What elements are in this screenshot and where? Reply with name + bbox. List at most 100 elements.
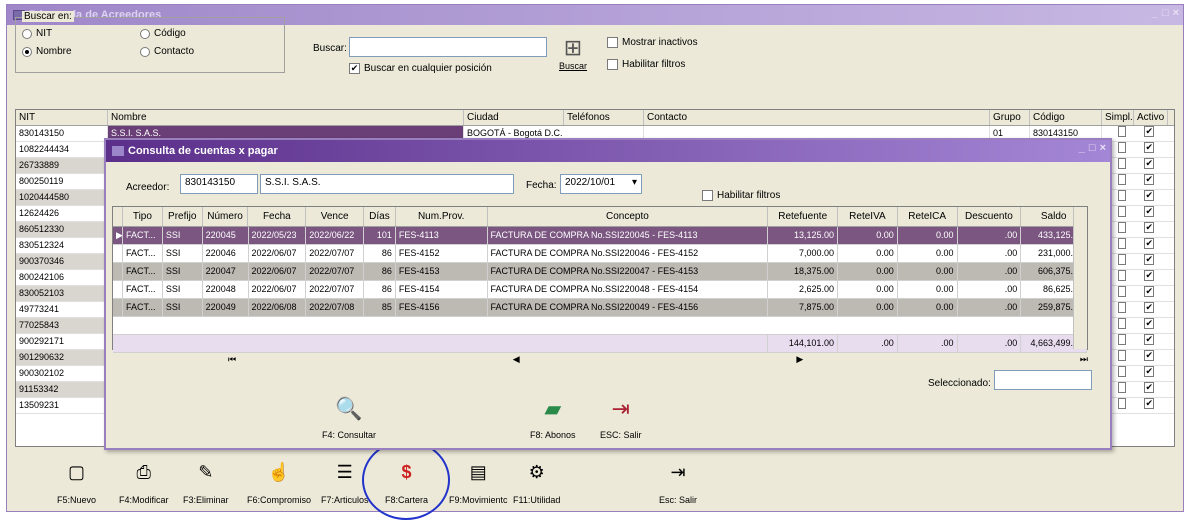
invoice-col-header[interactable]: Num.Prov. — [396, 207, 488, 226]
invoices-scrollbar[interactable] — [1073, 207, 1087, 349]
acreedor-name-field[interactable]: S.S.I. S.A.S. — [260, 174, 514, 194]
active-checkbox[interactable]: ✔ — [1144, 318, 1154, 329]
simpl-checkbox[interactable] — [1118, 302, 1127, 313]
col-telefonos[interactable]: Teléfonos — [564, 110, 644, 125]
radio-nit[interactable]: NIT — [22, 28, 52, 39]
active-checkbox[interactable]: ✔ — [1144, 142, 1154, 153]
first-record-icon[interactable]: ⏮ — [228, 354, 236, 365]
col-activo[interactable]: Activo — [1134, 110, 1168, 125]
invoice-col-header[interactable]: Número — [203, 207, 249, 226]
simpl-checkbox[interactable] — [1118, 190, 1127, 201]
simpl-checkbox[interactable] — [1118, 398, 1127, 409]
simpl-checkbox[interactable] — [1118, 270, 1127, 281]
consultar-button[interactable]: 🔍 F4: Consultar — [322, 396, 376, 440]
search-button[interactable]: ⊞ Buscar — [559, 35, 587, 71]
dialog-minimize-icon[interactable]: _ — [1079, 142, 1085, 154]
invoice-col-header[interactable]: Prefijo — [163, 207, 203, 226]
simpl-checkbox[interactable] — [1118, 238, 1127, 249]
utility-button[interactable]: ⚙ F11:Utilidad — [513, 461, 560, 506]
simpl-checkbox[interactable] — [1118, 158, 1127, 169]
next-record-icon[interactable]: ▶ — [796, 354, 803, 365]
active-checkbox[interactable]: ✔ — [1144, 158, 1154, 169]
invoice-row[interactable]: FACT... SSI 220047 2022/06/07 2022/07/07 86 FE… — [113, 263, 1087, 281]
invoice-col-header[interactable]: ReteIVA — [838, 207, 898, 226]
dialog-filters-checkbox[interactable] — [702, 190, 713, 201]
abonos-button[interactable]: ▰ F8: Abonos — [530, 396, 576, 440]
simpl-checkbox[interactable] — [1118, 142, 1127, 153]
dialog-close-icon[interactable]: × — [1100, 142, 1106, 154]
active-checkbox[interactable]: ✔ — [1144, 254, 1154, 265]
invoice-col-header[interactable]: ReteICA — [898, 207, 958, 226]
exit-button[interactable]: ⇥ Esc: Salir — [659, 461, 697, 506]
radio-contacto[interactable]: Contacto — [140, 46, 194, 57]
radio-nombre-circle[interactable] — [22, 46, 32, 57]
simpl-checkbox[interactable] — [1118, 382, 1127, 393]
active-checkbox[interactable]: ✔ — [1144, 222, 1154, 233]
dialog-maximize-icon[interactable]: □ — [1089, 142, 1096, 154]
radio-codigo-circle[interactable] — [140, 28, 150, 39]
last-record-icon[interactable]: ⏭ — [1080, 354, 1088, 365]
simpl-checkbox[interactable] — [1118, 318, 1127, 329]
invoice-row[interactable]: ▶ FACT... SSI 220045 2022/05/23 2022/06/22 101… — [113, 227, 1087, 245]
active-checkbox[interactable]: ✔ — [1144, 206, 1154, 217]
active-checkbox[interactable]: ✔ — [1144, 334, 1154, 345]
search-anywhere-checkbox[interactable]: ✔ — [349, 63, 360, 74]
simpl-checkbox[interactable] — [1118, 174, 1127, 185]
show-inactive-option[interactable]: Mostrar inactivos — [607, 37, 698, 48]
invoice-row[interactable]: FACT... SSI 220049 2022/06/08 2022/07/08 85 FE… — [113, 299, 1087, 317]
simpl-checkbox[interactable] — [1118, 350, 1127, 361]
simpl-checkbox[interactable] — [1118, 286, 1127, 297]
prev-record-icon[interactable]: ◀ — [513, 354, 520, 365]
minimize-icon[interactable]: _ — [1152, 7, 1158, 19]
col-simpl[interactable]: Simpl. — [1102, 110, 1134, 125]
radio-nombre[interactable]: Nombre — [22, 46, 72, 57]
seleccionado-field[interactable] — [994, 370, 1092, 390]
invoice-col-header[interactable]: Fecha — [248, 207, 307, 226]
invoice-col-header[interactable]: Vence — [306, 207, 364, 226]
invoice-col-header[interactable]: Días — [364, 207, 396, 226]
invoice-col-header[interactable]: Retefuente — [768, 207, 839, 226]
col-grupo[interactable]: Grupo — [990, 110, 1030, 125]
simpl-checkbox[interactable] — [1118, 126, 1127, 137]
maximize-icon[interactable]: □ — [1162, 7, 1169, 19]
active-checkbox[interactable]: ✔ — [1144, 174, 1154, 185]
invoice-row[interactable]: FACT... SSI 220048 2022/06/07 2022/07/07 86 FE… — [113, 281, 1087, 299]
active-checkbox[interactable]: ✔ — [1144, 238, 1154, 249]
active-checkbox[interactable]: ✔ — [1144, 302, 1154, 313]
active-checkbox[interactable]: ✔ — [1144, 270, 1154, 281]
active-checkbox[interactable]: ✔ — [1144, 286, 1154, 297]
search-anywhere-option[interactable]: ✔ Buscar en cualquier posición — [349, 63, 492, 74]
active-checkbox[interactable]: ✔ — [1144, 398, 1154, 409]
simpl-checkbox[interactable] — [1118, 366, 1127, 377]
close-icon[interactable]: × — [1173, 7, 1179, 19]
active-checkbox[interactable]: ✔ — [1144, 382, 1154, 393]
search-input[interactable] — [349, 37, 547, 57]
simpl-checkbox[interactable] — [1118, 206, 1127, 217]
simpl-checkbox[interactable] — [1118, 222, 1127, 233]
active-checkbox[interactable]: ✔ — [1144, 190, 1154, 201]
active-checkbox[interactable]: ✔ — [1144, 126, 1154, 137]
radio-codigo[interactable]: Código — [140, 28, 186, 39]
fecha-picker[interactable]: 2022/10/01 ▾ — [560, 174, 642, 194]
chevron-down-icon[interactable]: ▾ — [632, 177, 637, 191]
enable-filters-checkbox[interactable] — [607, 59, 618, 70]
show-inactive-checkbox[interactable] — [607, 37, 618, 48]
invoice-col-header[interactable]: Descuento — [958, 207, 1022, 226]
invoice-row[interactable]: FACT... SSI 220046 2022/06/07 2022/07/07 86 FE… — [113, 245, 1087, 263]
new-button[interactable]: ▢ F5:Nuevo — [57, 461, 96, 506]
enable-filters-option[interactable]: Habilitar filtros — [607, 59, 685, 70]
invoice-col-header[interactable]: Tipo — [123, 207, 163, 226]
radio-contacto-circle[interactable] — [140, 46, 150, 57]
radio-nit-circle[interactable] — [22, 28, 32, 39]
acreedor-code-field[interactable]: 830143150 — [180, 174, 258, 194]
salir-button[interactable]: ⇥ ESC: Salir — [600, 396, 642, 440]
col-contacto[interactable]: Contacto — [644, 110, 990, 125]
col-nit[interactable]: NIT — [16, 110, 108, 125]
invoice-col-header[interactable]: Concepto — [488, 207, 769, 226]
col-nombre[interactable]: Nombre — [108, 110, 464, 125]
modify-button[interactable]: ⎙ F4:Modificar — [119, 461, 169, 506]
active-checkbox[interactable]: ✔ — [1144, 350, 1154, 361]
commitment-button[interactable]: ☝ F6:Compromiso — [247, 461, 311, 506]
simpl-checkbox[interactable] — [1118, 334, 1127, 345]
delete-button[interactable]: ✎ F3:Eliminar — [183, 461, 229, 506]
